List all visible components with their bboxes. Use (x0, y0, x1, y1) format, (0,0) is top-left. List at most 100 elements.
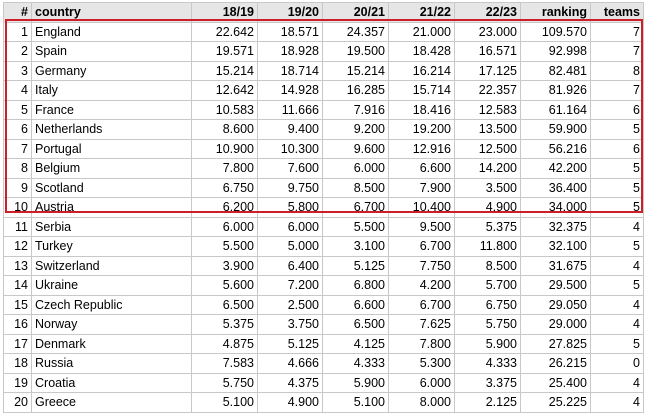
cell-ranking: 32.375 (520, 216, 591, 237)
cell-ranking: 59.900 (520, 119, 591, 140)
cell-season-18-19: 19.571 (191, 41, 258, 62)
table-row: 4 Italy 12.642 14.928 16.285 15.714 22.357 81.9… (3, 80, 644, 101)
cell-season-20-21: 5.500 (322, 216, 389, 237)
cell-country: Denmark (31, 333, 192, 354)
cell-country: Russia (31, 353, 192, 374)
cell-teams: 4 (590, 216, 644, 237)
cell-season-22-23: 6.750 (454, 294, 521, 315)
table-row: 15 Czech Republic 6.500 2.500 6.600 6.700 6.75… (3, 294, 644, 315)
column-header-season-19-20[interactable]: 19/20 (257, 2, 323, 23)
cell-teams: 5 (590, 236, 644, 257)
cell-country: Austria (31, 197, 192, 218)
cell-country: Portugal (31, 138, 192, 159)
cell-season-22-23: 5.375 (454, 216, 521, 237)
cell-rank-number: 15 (3, 294, 32, 315)
cell-season-22-23: 4.900 (454, 197, 521, 218)
cell-season-21-22: 5.300 (388, 353, 455, 374)
cell-rank-number: 4 (3, 80, 32, 101)
cell-season-22-23: 3.500 (454, 177, 521, 198)
cell-teams: 5 (590, 158, 644, 179)
cell-season-20-21: 4.333 (322, 353, 389, 374)
cell-season-19-20: 9.750 (257, 177, 323, 198)
cell-season-18-19: 12.642 (191, 80, 258, 101)
cell-season-21-22: 4.200 (388, 275, 455, 296)
cell-season-18-19: 7.800 (191, 158, 258, 179)
cell-season-19-20: 5.000 (257, 236, 323, 257)
cell-rank-number: 13 (3, 255, 32, 276)
cell-season-20-21: 6.700 (322, 197, 389, 218)
cell-season-19-20: 6.400 (257, 255, 323, 276)
cell-ranking: 29.500 (520, 275, 591, 296)
cell-teams: 4 (590, 392, 644, 413)
column-header-ranking[interactable]: ranking (520, 2, 591, 23)
cell-season-19-20: 3.750 (257, 314, 323, 335)
table-row: 16 Norway 5.375 3.750 6.500 7.625 5.750 29.000 4 (3, 314, 644, 335)
cell-season-20-21: 7.916 (322, 99, 389, 120)
table-header-row: # country 18/19 19/20 20/21 21/22 22/23 ranking… (3, 2, 644, 23)
cell-rank-number: 7 (3, 138, 32, 159)
table-row: 11 Serbia 6.000 6.000 5.500 9.500 5.375 32.375 4 (3, 216, 644, 237)
cell-season-21-22: 6.600 (388, 158, 455, 179)
table-row: 6 Netherlands 8.600 9.400 9.200 19.200 13.500 5… (3, 119, 644, 140)
cell-season-21-22: 16.214 (388, 60, 455, 81)
cell-rank-number: 9 (3, 177, 32, 198)
cell-rank-number: 17 (3, 333, 32, 354)
cell-rank-number: 3 (3, 60, 32, 81)
column-header-rank-number[interactable]: # (3, 2, 32, 23)
cell-teams: 6 (590, 138, 644, 159)
cell-season-22-23: 14.200 (454, 158, 521, 179)
column-header-season-20-21[interactable]: 20/21 (322, 2, 389, 23)
cell-season-22-23: 11.800 (454, 236, 521, 257)
cell-season-20-21: 19.500 (322, 41, 389, 62)
cell-season-18-19: 7.583 (191, 353, 258, 374)
cell-season-19-20: 14.928 (257, 80, 323, 101)
column-header-season-21-22[interactable]: 21/22 (388, 2, 455, 23)
cell-season-19-20: 18.928 (257, 41, 323, 62)
cell-ranking: 31.675 (520, 255, 591, 276)
cell-teams: 8 (590, 60, 644, 81)
cell-teams: 7 (590, 21, 644, 42)
cell-country: Spain (31, 41, 192, 62)
cell-season-21-22: 8.000 (388, 392, 455, 413)
cell-season-22-23: 17.125 (454, 60, 521, 81)
cell-season-18-19: 5.375 (191, 314, 258, 335)
cell-season-22-23: 8.500 (454, 255, 521, 276)
cell-season-20-21: 15.214 (322, 60, 389, 81)
cell-rank-number: 12 (3, 236, 32, 257)
column-header-teams[interactable]: teams (590, 2, 644, 23)
cell-season-19-20: 4.375 (257, 372, 323, 393)
cell-season-20-21: 5.100 (322, 392, 389, 413)
cell-season-21-22: 6.700 (388, 294, 455, 315)
cell-season-22-23: 12.583 (454, 99, 521, 120)
cell-season-18-19: 5.100 (191, 392, 258, 413)
column-header-season-18-19[interactable]: 18/19 (191, 2, 258, 23)
column-header-country[interactable]: country (31, 2, 192, 23)
cell-season-18-19: 22.642 (191, 21, 258, 42)
cell-rank-number: 10 (3, 197, 32, 218)
cell-teams: 0 (590, 353, 644, 374)
cell-ranking: 25.400 (520, 372, 591, 393)
cell-country: Ukraine (31, 275, 192, 296)
cell-season-21-22: 7.750 (388, 255, 455, 276)
cell-season-21-22: 19.200 (388, 119, 455, 140)
cell-season-22-23: 23.000 (454, 21, 521, 42)
cell-season-19-20: 7.200 (257, 275, 323, 296)
cell-ranking: 81.926 (520, 80, 591, 101)
cell-ranking: 36.400 (520, 177, 591, 198)
cell-rank-number: 5 (3, 99, 32, 120)
cell-season-20-21: 5.900 (322, 372, 389, 393)
cell-season-22-23: 5.750 (454, 314, 521, 335)
cell-season-18-19: 5.500 (191, 236, 258, 257)
cell-season-18-19: 5.750 (191, 372, 258, 393)
cell-teams: 5 (590, 197, 644, 218)
cell-season-18-19: 6.500 (191, 294, 258, 315)
cell-teams: 4 (590, 294, 644, 315)
cell-season-20-21: 5.125 (322, 255, 389, 276)
cell-season-19-20: 10.300 (257, 138, 323, 159)
cell-ranking: 42.200 (520, 158, 591, 179)
cell-season-19-20: 5.800 (257, 197, 323, 218)
cell-season-19-20: 11.666 (257, 99, 323, 120)
column-header-season-22-23[interactable]: 22/23 (454, 2, 521, 23)
cell-ranking: 25.225 (520, 392, 591, 413)
cell-season-19-20: 6.000 (257, 216, 323, 237)
